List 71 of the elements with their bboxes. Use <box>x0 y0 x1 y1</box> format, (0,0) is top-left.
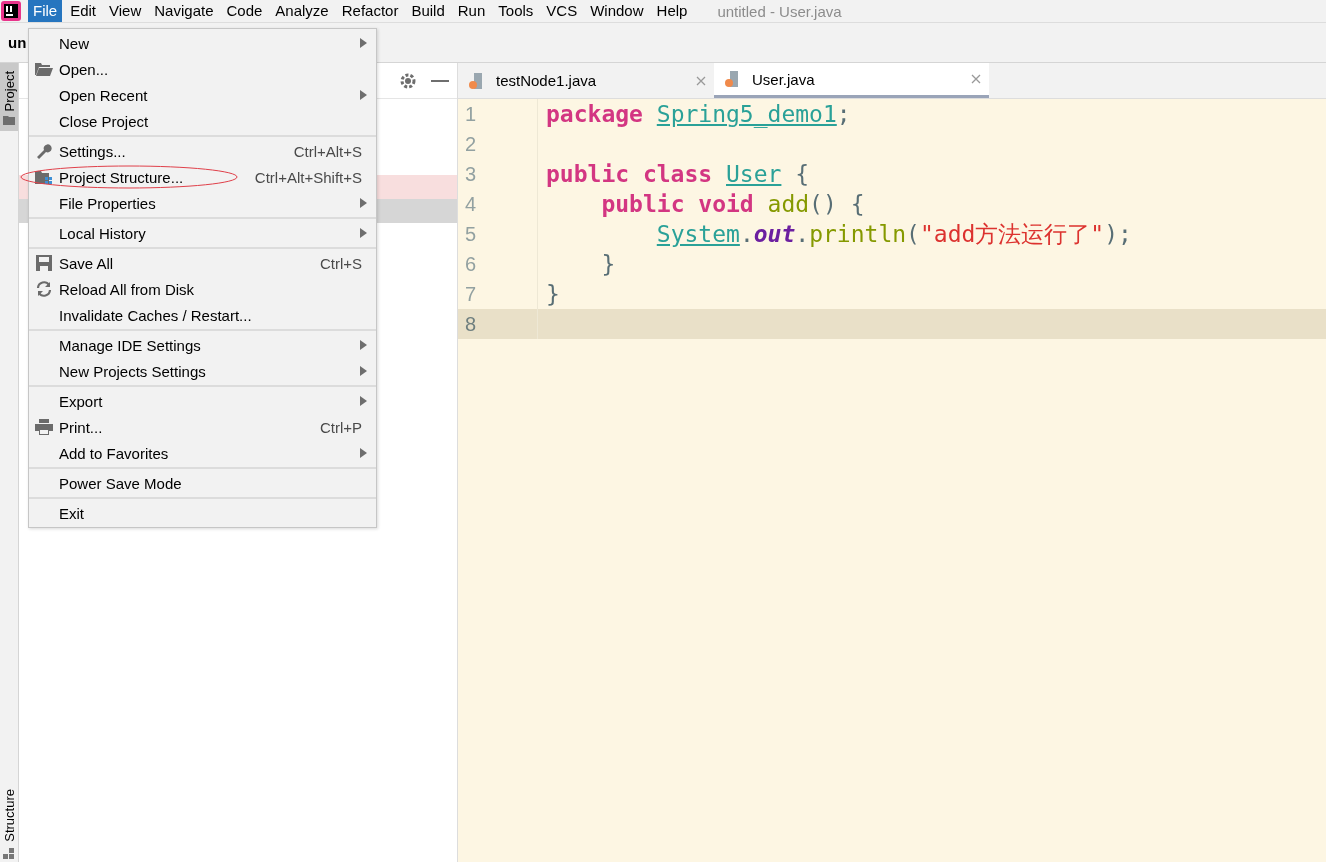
submenu-arrow-icon <box>360 340 367 350</box>
menu-item[interactable]: Window <box>585 0 649 22</box>
code-line: package Spring5_demo1; <box>546 101 851 127</box>
submenu-arrow-icon <box>360 396 367 406</box>
menu-item[interactable]: View <box>104 0 147 22</box>
menu-entry[interactable]: Settings... Ctrl+Alt+S <box>29 138 376 164</box>
menu-entry[interactable]: Add to Favorites <box>29 440 376 466</box>
close-icon[interactable] <box>971 74 981 84</box>
menu-item[interactable]: Analyze <box>270 0 334 22</box>
menu-entry[interactable]: Power Save Mode <box>29 470 376 496</box>
close-icon[interactable] <box>696 75 706 86</box>
menu-item[interactable]: Navigate <box>149 0 219 22</box>
line-number: 4 <box>464 192 478 216</box>
menu-item[interactable]: Code <box>221 0 268 22</box>
reload-icon <box>36 281 52 297</box>
menu-entry[interactable]: File Properties <box>29 190 376 216</box>
menu-entry[interactable]: Manage IDE Settings <box>29 332 376 358</box>
menu-item[interactable]: Help <box>651 0 693 22</box>
menu-item[interactable]: Tools <box>493 0 539 22</box>
submenu-arrow-icon <box>360 448 367 458</box>
printer-icon <box>35 419 53 435</box>
submenu-arrow-icon <box>360 228 367 238</box>
java-file-icon <box>724 70 740 88</box>
menu-entry[interactable]: Reload All from Disk <box>29 276 376 302</box>
menu-entry[interactable]: New <box>29 30 376 56</box>
code-line: } <box>546 281 560 307</box>
code-line: System.out.println("add方法运行了"); <box>655 219 1132 249</box>
line-number: 6 <box>464 252 478 276</box>
window-title: untitled - User.java <box>717 2 842 20</box>
menu-item[interactable]: VCS <box>541 0 583 22</box>
submenu-arrow-icon <box>360 38 367 48</box>
structure-tab[interactable]: Structure <box>0 783 18 862</box>
structure-icon <box>3 848 15 860</box>
submenu-arrow-icon <box>360 198 367 208</box>
menu-entry[interactable]: Exit <box>29 500 376 526</box>
submenu-arrow-icon <box>360 366 367 376</box>
menu-entry[interactable]: Export <box>29 388 376 414</box>
project-tab[interactable]: Project <box>0 63 18 132</box>
menu-entry[interactable]: Local History <box>29 220 376 246</box>
settings-icon[interactable] <box>399 71 417 90</box>
app-logo-icon[interactable] <box>0 0 22 22</box>
menu-item[interactable]: Refactor <box>336 0 404 22</box>
code-line: public class User { <box>546 161 810 187</box>
menu-entry[interactable]: Open Recent <box>29 82 376 108</box>
menu-entry[interactable]: Invalidate Caches / Restart... <box>29 302 376 328</box>
wrench-icon <box>36 143 52 159</box>
java-file-icon <box>468 71 484 90</box>
code-line: public void add() { <box>600 191 865 217</box>
menu-item[interactable]: Run <box>452 0 491 22</box>
line-number: 7 <box>464 282 478 306</box>
menu-entry[interactable]: Project Structure... Ctrl+Alt+Shift+S <box>29 164 376 190</box>
code-line: } <box>600 251 616 277</box>
line-number: 2 <box>464 132 478 156</box>
line-number: 5 <box>464 222 478 246</box>
menu-entry[interactable]: Open... <box>29 56 376 82</box>
project-name: un <box>7 34 27 51</box>
line-number: 8 <box>464 312 478 336</box>
menu-item[interactable]: Edit <box>65 0 102 22</box>
line-number: 1 <box>464 102 478 126</box>
editor-tab[interactable]: User.java <box>714 63 989 98</box>
menu-item[interactable]: File <box>28 0 63 22</box>
submenu-arrow-icon <box>360 90 367 100</box>
folder-icon <box>35 62 53 76</box>
menu-entry[interactable]: Print... Ctrl+P <box>29 414 376 440</box>
editor-tab[interactable]: testNode1.java <box>458 63 714 98</box>
folder-icon <box>3 115 15 126</box>
menu-entry[interactable]: Save All Ctrl+S <box>29 250 376 276</box>
menu-entry[interactable]: New Projects Settings <box>29 358 376 384</box>
menu-entry[interactable]: Close Project <box>29 108 376 134</box>
line-number: 3 <box>464 162 478 186</box>
menu-item[interactable]: Build <box>406 0 450 22</box>
